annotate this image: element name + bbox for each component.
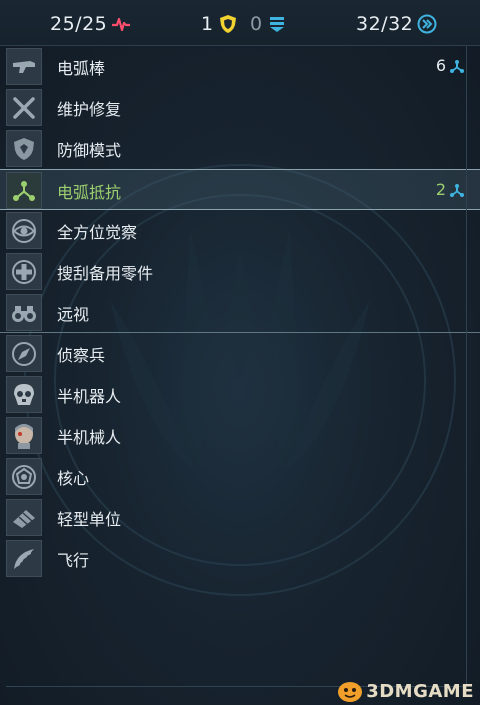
cyborg-head-icon bbox=[6, 417, 42, 454]
panel-right-edge bbox=[466, 46, 467, 686]
moves-value: 32/32 bbox=[356, 13, 414, 35]
ability-label: 半机器人 bbox=[57, 387, 122, 406]
shield-value: 1 bbox=[201, 13, 214, 35]
ability-label: 维护修复 bbox=[57, 100, 122, 119]
ability-label: 侦察兵 bbox=[57, 346, 106, 365]
status-bar: 25/25 1 0 32/32 bbox=[0, 0, 480, 46]
energy-value: 0 bbox=[250, 13, 263, 35]
watermark-text: 3DMGAME bbox=[366, 680, 474, 702]
triad-icon bbox=[450, 59, 464, 73]
eye-awareness-icon bbox=[6, 212, 42, 249]
ability-label: 核心 bbox=[57, 469, 90, 488]
ability-label: 搜刮备用零件 bbox=[57, 264, 154, 283]
ability-row-cyborg-mech[interactable]: 半机械人 bbox=[0, 415, 480, 456]
light-unit-icon bbox=[6, 499, 42, 536]
watermark: 3DMGAME bbox=[336, 679, 474, 703]
health-stat: 25/25 bbox=[50, 12, 131, 36]
watermark-mascot-icon bbox=[338, 682, 363, 702]
ability-row-defense[interactable]: 防御模式 bbox=[0, 128, 480, 169]
ability-label: 电弧抵抗 bbox=[57, 183, 122, 202]
ability-count-value: 6 bbox=[435, 56, 446, 75]
ability-row-scout[interactable]: 侦察兵 bbox=[0, 333, 480, 374]
ability-row-repair[interactable]: 维护修复 bbox=[0, 87, 480, 128]
energy-stat: 0 bbox=[250, 12, 287, 36]
ability-label: 轻型单位 bbox=[57, 510, 122, 529]
medkit-cross-icon bbox=[6, 253, 42, 290]
move-arrow-icon bbox=[417, 14, 437, 34]
ability-row-arc-rod[interactable]: 电弧棒 6 bbox=[0, 46, 480, 87]
cyborg-skull-icon bbox=[6, 376, 42, 413]
ability-label: 远视 bbox=[57, 305, 90, 324]
repair-tools-icon bbox=[6, 89, 42, 126]
ability-label: 半机械人 bbox=[57, 428, 122, 447]
energy-stack-icon bbox=[269, 17, 284, 32]
core-icon bbox=[6, 458, 42, 495]
ability-row-awareness[interactable]: 全方位觉察 bbox=[0, 210, 480, 251]
ability-row-light-unit[interactable]: 轻型单位 bbox=[0, 497, 480, 538]
triad-icon bbox=[450, 183, 464, 197]
ability-label: 电弧棒 bbox=[57, 59, 106, 78]
compass-scout-icon bbox=[6, 335, 42, 372]
arc-rod-icon bbox=[6, 48, 42, 85]
arc-resist-icon bbox=[6, 172, 42, 209]
ability-label: 防御模式 bbox=[57, 141, 122, 160]
shield-stat: 1 bbox=[201, 12, 238, 36]
ability-label: 飞行 bbox=[57, 551, 90, 570]
ability-label: 全方位觉察 bbox=[57, 223, 138, 242]
ability-row-scavenge[interactable]: 搜刮备用零件 bbox=[0, 251, 480, 292]
ability-row-core[interactable]: 核心 bbox=[0, 456, 480, 497]
ability-count-value: 2 bbox=[435, 180, 446, 199]
binoculars-icon bbox=[6, 294, 42, 331]
ability-count: 2 bbox=[436, 180, 465, 199]
ability-row-farsight[interactable]: 远视 bbox=[0, 292, 480, 333]
moves-stat: 32/32 bbox=[356, 12, 437, 36]
heartbeat-icon bbox=[112, 17, 131, 32]
ability-count: 6 bbox=[436, 56, 465, 75]
defense-shield-icon bbox=[6, 130, 42, 167]
health-value: 25/25 bbox=[50, 13, 108, 35]
shield-icon bbox=[219, 15, 236, 33]
ability-row-cyborg[interactable]: 半机器人 bbox=[0, 374, 480, 415]
wing-flight-icon bbox=[6, 540, 42, 577]
ability-row-arc-resist[interactable]: 电弧抵抗 2 bbox=[0, 169, 480, 210]
ability-list: 电弧棒 6 维护修复 防御模式 电弧抵抗 2 全方位觉察 搜刮备用零件 远视 侦… bbox=[0, 46, 480, 579]
ability-row-flight[interactable]: 飞行 bbox=[0, 538, 480, 579]
